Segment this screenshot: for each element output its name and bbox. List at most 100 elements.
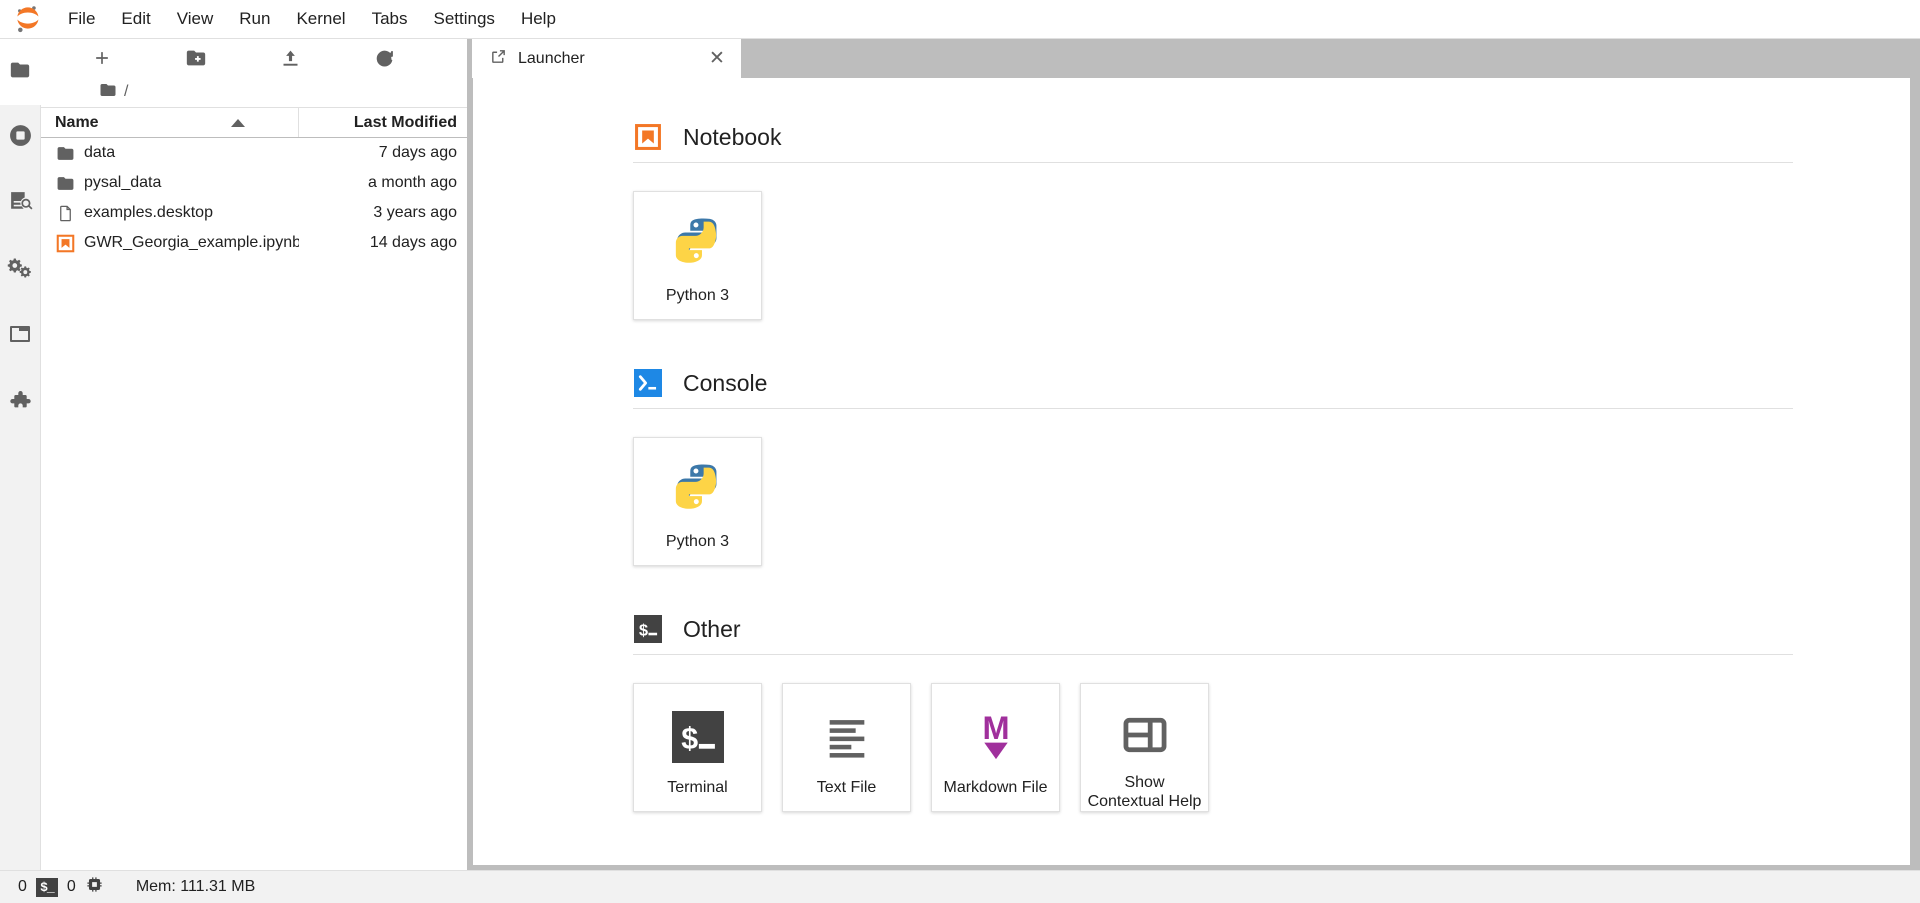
sort-ascending-icon	[231, 118, 245, 127]
new-launcher-button[interactable]	[85, 43, 119, 73]
main-body: / Name Last Modified data 7 days ago pysal…	[0, 39, 1920, 870]
new-folder-button[interactable]	[179, 43, 213, 73]
launcher-section-header: Console	[633, 368, 1793, 408]
tab-launcher[interactable]: Launcher ✕	[472, 39, 742, 78]
file-name-cell: data	[41, 143, 299, 163]
breadcrumb[interactable]: /	[41, 77, 467, 107]
launcher-section-header: $ Other	[633, 614, 1793, 654]
section-divider	[633, 654, 1793, 655]
folder-icon	[99, 81, 117, 104]
file-name-label: GWR_Georgia_example.ipynb	[84, 234, 299, 251]
column-header-name-label: Name	[55, 113, 99, 131]
launcher-card-terminal[interactable]: $ Terminal	[633, 683, 762, 812]
column-header-last-modified[interactable]: Last Modified	[299, 114, 467, 132]
column-header-last-modified-label: Last Modified	[353, 113, 457, 131]
file-name-cell: pysal_data	[41, 173, 299, 193]
section-divider	[633, 408, 1793, 409]
terminals-count: 0	[18, 878, 27, 895]
memory-usage: Mem: 111.31 MB	[135, 878, 256, 895]
status-bar: 0 $_ 0 Mem: 111.31 MB	[0, 870, 1920, 903]
svg-text:M: M	[982, 711, 1009, 746]
dock-area: Launcher ✕ Notebook Python 3 Console Python…	[468, 39, 1920, 870]
menu-item-kernel[interactable]: Kernel	[283, 4, 358, 34]
jupyter-logo-icon	[11, 4, 45, 34]
file-list-item[interactable]: pysal_data a month ago	[41, 168, 467, 198]
python-icon	[667, 460, 729, 522]
activity-sidebar	[0, 39, 41, 870]
launcher-card-python-3[interactable]: Python 3	[633, 437, 762, 566]
file-browser-panel: / Name Last Modified data 7 days ago pysal…	[41, 39, 468, 870]
sidebar-item-open-tabs[interactable]	[0, 303, 41, 369]
terminal-icon: $	[667, 706, 729, 768]
launcher-sections: Notebook Python 3 Console Python 3 $ Other $ Te…	[473, 100, 1893, 865]
refresh-file-list-button[interactable]	[367, 43, 401, 73]
launcher-card-label: Python 3	[665, 533, 730, 550]
file-icon	[55, 203, 75, 223]
launcher-card-label: Text File	[816, 779, 877, 796]
launcher-card-row: $ Terminal Text File M Markdown File Show Con…	[633, 683, 1793, 812]
folder-icon	[55, 143, 75, 163]
file-list-item[interactable]: GWR_Georgia_example.ipynb 14 days ago	[41, 228, 467, 258]
menu-item-list: File Edit View Run Kernel Tabs Settings Help	[55, 4, 569, 34]
launcher-card-text-file[interactable]: Text File	[782, 683, 911, 812]
file-modified-label: a month ago	[368, 174, 457, 191]
file-list: data 7 days ago pysal_data a month ago examp…	[41, 138, 467, 870]
launcher-card-python-3[interactable]: Python 3	[633, 191, 762, 320]
terminal-icon: $	[633, 614, 663, 644]
sidebar-item-running-settings[interactable]	[0, 237, 41, 303]
window-icon	[8, 322, 32, 351]
menu-item-edit[interactable]: Edit	[108, 4, 163, 34]
section-divider	[633, 162, 1793, 163]
menu-item-file[interactable]: File	[55, 4, 108, 34]
stop-circle-icon	[8, 123, 33, 153]
sidebar-item-file-browser[interactable]	[0, 39, 41, 105]
launcher-section-other: $ Other $ Terminal Text File M Markdown File Sh…	[633, 614, 1793, 812]
launcher-card-row: Python 3	[633, 191, 1793, 320]
sidebar-item-table-of-contents[interactable]	[0, 171, 41, 237]
launcher-card-show-contextual-help[interactable]: Show Contextual Help	[1080, 683, 1209, 812]
chip-icon	[85, 875, 104, 899]
terminal-box-icon: $_	[35, 877, 58, 897]
menu-item-tabs[interactable]: Tabs	[359, 4, 421, 34]
gears-icon	[7, 255, 33, 286]
python-icon	[667, 214, 729, 276]
tab-bar: Launcher ✕	[468, 39, 1920, 78]
notebook-icon	[633, 122, 663, 152]
launcher-panel: Notebook Python 3 Console Python 3 $ Other $ Te…	[472, 78, 1916, 866]
file-modified-label: 14 days ago	[369, 234, 457, 251]
breadcrumb-path[interactable]: /	[124, 83, 128, 101]
terminals-status[interactable]: 0 $_ 0	[18, 875, 104, 899]
launcher-section-header: Notebook	[633, 122, 1793, 162]
file-modified-label: 3 years ago	[373, 204, 457, 221]
column-header-name[interactable]: Name	[41, 108, 299, 137]
launcher-card-markdown-file[interactable]: M Markdown File	[931, 683, 1060, 812]
file-name-cell: GWR_Georgia_example.ipynb	[41, 233, 299, 253]
launcher-section-notebook: Notebook Python 3	[633, 122, 1793, 320]
file-list-item[interactable]: examples.desktop 3 years ago	[41, 198, 467, 228]
launcher-card-label: Markdown File	[943, 779, 1048, 796]
sidebar-item-extension-manager[interactable]	[0, 369, 41, 435]
folder-icon	[55, 173, 75, 193]
launcher-section-console: Console Python 3	[633, 368, 1793, 566]
upload-files-button[interactable]	[273, 43, 307, 73]
jupyterlab-window: File Edit View Run Kernel Tabs Settings Help	[0, 0, 1920, 903]
file-name-label: examples.desktop	[84, 204, 213, 221]
launcher-card-label: Show Contextual Help	[1087, 774, 1202, 810]
menu-item-view[interactable]: View	[164, 4, 227, 34]
launcher-section-title: Other	[683, 615, 741, 642]
file-list-item[interactable]: data 7 days ago	[41, 138, 467, 168]
menu-item-run[interactable]: Run	[226, 4, 283, 34]
svg-text:$: $	[639, 621, 649, 640]
close-icon[interactable]: ✕	[707, 49, 727, 69]
file-name-cell: examples.desktop	[41, 203, 299, 223]
console-icon	[633, 368, 663, 398]
menu-item-settings[interactable]: Settings	[421, 4, 508, 34]
sidebar-item-running-terminals-and-kernels[interactable]	[0, 105, 41, 171]
kernels-count: 0	[66, 878, 76, 895]
menu-bar: File Edit View Run Kernel Tabs Settings Help	[0, 0, 1920, 39]
contextual-help-icon	[1114, 706, 1176, 763]
launcher-card-row: Python 3	[633, 437, 1793, 566]
menu-item-help[interactable]: Help	[508, 4, 569, 34]
launcher-section-title: Console	[683, 369, 768, 396]
launcher-icon	[490, 48, 507, 70]
